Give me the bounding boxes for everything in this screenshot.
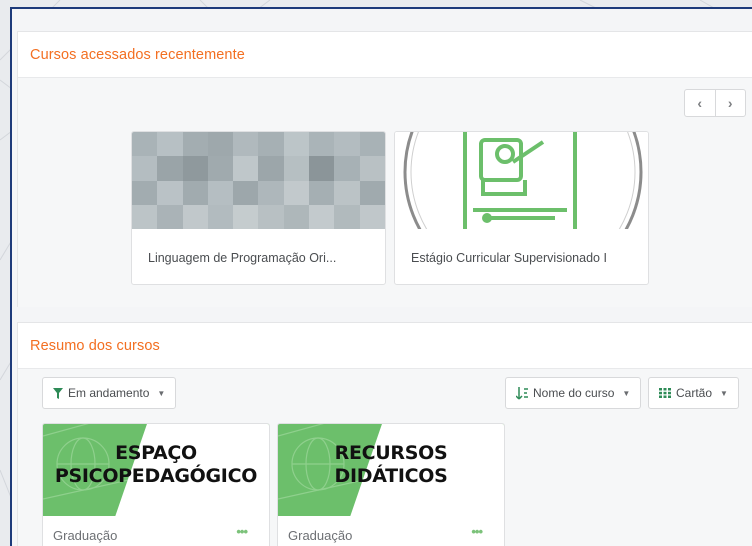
course-overview-title: Resumo dos cursos <box>30 338 160 354</box>
course-image: RECURSOS DIDÁTICOS <box>278 424 504 516</box>
filter-label: Em andamento <box>68 386 150 400</box>
course-image-teacher <box>395 132 648 229</box>
grid-icon <box>659 388 671 398</box>
caret-down-icon: ▼ <box>157 388 166 398</box>
course-category: Graduação <box>53 528 118 543</box>
recent-course-card[interactable]: Estágio Curricular Supervisionado I <box>394 131 649 285</box>
course-image-title-line: RECURSOS <box>334 442 448 464</box>
recent-course-name[interactable]: Estágio Curricular Supervisionado I <box>395 229 648 284</box>
caret-down-icon: ▼ <box>720 388 728 398</box>
filter-dropdown[interactable]: Em andamento ▼ <box>42 377 177 409</box>
recent-course-name[interactable]: Linguagem de Programação Ori... <box>132 229 385 284</box>
course-overview-body: Em andamento ▼ Nome do curso ▼ Cartão ▼ <box>18 369 752 546</box>
recent-courses-title: Cursos acessados recentemente <box>30 47 245 63</box>
more-options-icon[interactable]: ••• <box>471 524 483 539</box>
course-card[interactable]: ESPAÇO PSICOPEDAGÓGICO Graduação ••• <box>42 423 270 546</box>
course-image-title-line: PSICOPEDAGÓGICO <box>54 465 258 487</box>
recent-course-card[interactable]: Linguagem de Programação Ori... <box>131 131 386 285</box>
course-image-title: RECURSOS DIDÁTICOS <box>278 442 504 488</box>
more-options-icon[interactable]: ••• <box>236 524 248 539</box>
sort-label: Nome do curso <box>533 386 615 400</box>
course-image-title: ESPAÇO PSICOPEDAGÓGICO <box>43 442 269 488</box>
chevron-right-icon[interactable]: › <box>714 90 746 116</box>
recent-courses-header: Cursos acessados recentemente <box>18 32 752 78</box>
course-image: ESPAÇO PSICOPEDAGÓGICO <box>43 424 269 516</box>
recent-courses-body: ‹ › Linguagem de Programação Ori... Está… <box>18 78 752 307</box>
course-overview-block: Resumo dos cursos Em andamento ▼ Nome do… <box>17 322 752 546</box>
view-label: Cartão <box>676 386 713 400</box>
course-image-title-line: DIDÁTICOS <box>334 465 448 487</box>
view-dropdown[interactable]: Cartão ▼ <box>648 377 739 409</box>
filter-icon <box>53 387 63 399</box>
chevron-left-icon[interactable]: ‹ <box>685 90 715 116</box>
caret-down-icon: ▼ <box>622 388 631 398</box>
carousel-nav: ‹ › <box>684 89 746 117</box>
course-overview-header: Resumo dos cursos <box>18 323 752 369</box>
teacher-board-icon <box>395 132 648 229</box>
sort-alpha-icon <box>516 386 528 400</box>
course-image-title-line: ESPAÇO <box>115 442 197 464</box>
course-category: Graduação <box>288 528 353 543</box>
course-image-mosaic <box>132 132 385 229</box>
recent-courses-block: Cursos acessados recentemente ‹ › Lingua… <box>17 31 752 307</box>
sort-dropdown[interactable]: Nome do curso ▼ <box>505 377 642 409</box>
course-card[interactable]: RECURSOS DIDÁTICOS Graduação ••• <box>277 423 505 546</box>
